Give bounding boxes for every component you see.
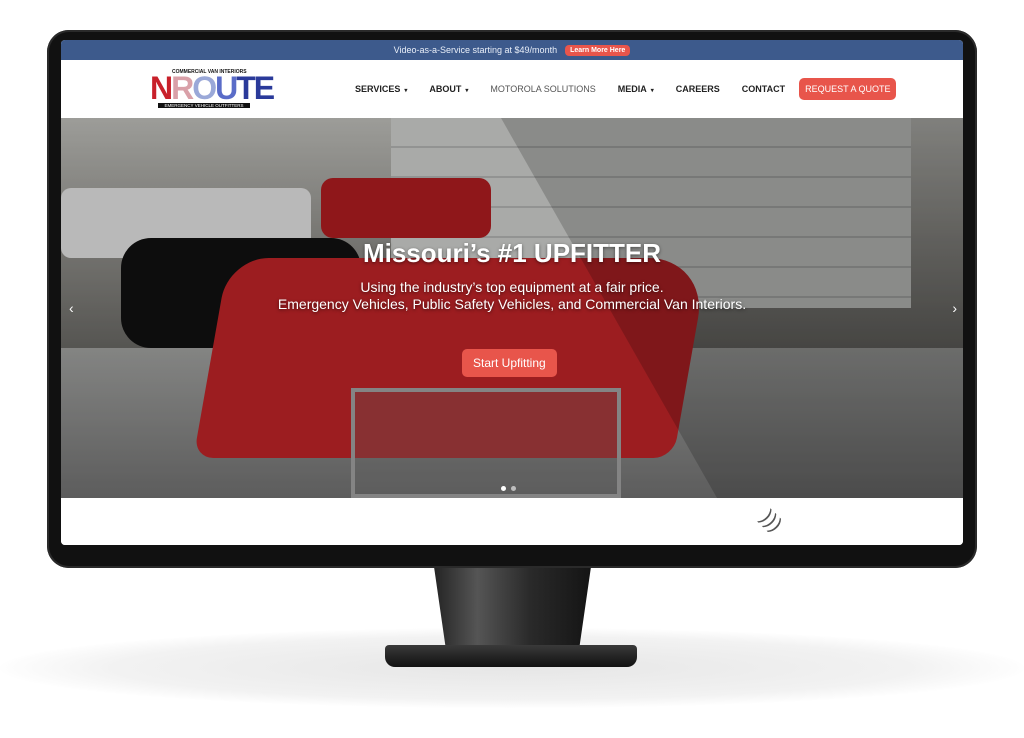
slider-prev-arrow-icon[interactable]: ‹ — [69, 300, 74, 316]
announcement-bar: Video-as-a-Service starting at $49/month… — [61, 40, 963, 60]
nav-services-label: SERVICES — [355, 84, 401, 94]
hero-title: Missouri’s #1 UPFITTER — [362, 238, 662, 268]
learn-more-button[interactable]: Learn More Here — [565, 44, 631, 56]
caret-down-icon: ▾ — [465, 88, 469, 94]
nav-contact[interactable]: CONTACT — [742, 84, 785, 94]
hero-subtitle-line1: Using the industry’s top equipment at a … — [360, 279, 664, 295]
nav-about-label: ABOUT — [429, 84, 462, 94]
caret-down-icon: ▾ — [404, 88, 408, 94]
slider-dot[interactable] — [501, 486, 506, 491]
nav-about[interactable]: ABOUT ▾ — [429, 84, 468, 94]
nroute-logo[interactable]: COMMERCIAL VAN INTERIORS NROUTE EMERGENC… — [150, 69, 275, 109]
nav-services[interactable]: SERVICES ▾ — [355, 84, 407, 94]
request-quote-button[interactable]: REQUEST A QUOTE — [799, 78, 897, 100]
caret-down-icon: ▾ — [650, 88, 654, 94]
main-nav: SERVICES ▾ ABOUT ▾ MOTOROLA SOLUTIONS MEDI… — [355, 60, 897, 118]
slider-dots — [501, 486, 516, 491]
website-screen: Video-as-a-Service starting at $49/month… — [61, 40, 963, 545]
site-header: COMMERCIAL VAN INTERIORS NROUTE EMERGENC… — [61, 60, 963, 118]
logo-wordmark: NROUTE — [150, 70, 275, 106]
nav-media[interactable]: MEDIA ▾ — [618, 84, 654, 94]
hero-subtitle: Using the industry’s top equipment at a … — [61, 279, 963, 313]
hero-subtitle-line2: Emergency Vehicles, Public Safety Vehicl… — [277, 296, 747, 312]
slider-dot[interactable] — [511, 486, 516, 491]
nav-careers[interactable]: CAREERS — [676, 84, 720, 94]
slider-next-arrow-icon[interactable]: › — [952, 300, 957, 316]
logo-bottom-text: EMERGENCY VEHICLE OUTFITTERS — [158, 103, 250, 108]
hero-slider: Missouri’s #1 UPFITTER Using the industr… — [61, 118, 963, 498]
content-section — [61, 498, 963, 545]
nav-motorola-solutions[interactable]: MOTOROLA SOLUTIONS — [490, 84, 595, 94]
start-upfitting-button[interactable]: Start Upfitting — [462, 349, 557, 377]
monitor-stand-base — [385, 645, 637, 667]
announcement-text: Video-as-a-Service starting at $49/month — [393, 45, 558, 55]
monitor-stand-neck — [433, 565, 592, 650]
nav-media-label: MEDIA — [617, 84, 647, 94]
